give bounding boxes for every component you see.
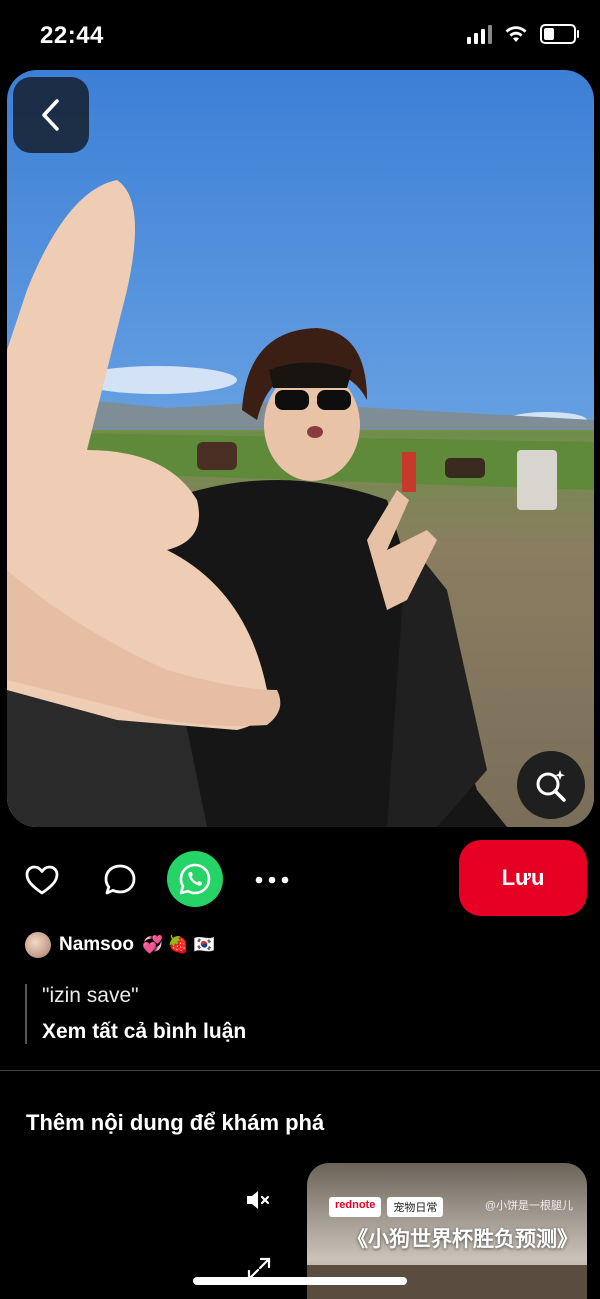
comment-icon [104,864,136,895]
pin-photo [7,70,594,827]
more-options-button[interactable] [252,860,292,900]
wifi-icon [505,26,527,42]
action-row: Lưu [0,840,600,916]
video-card-title: 《小狗世界杯胜负预测》 [347,1228,578,1251]
status-icons [467,24,579,44]
comment-button[interactable] [100,860,140,900]
more-icon [255,876,289,884]
comment-text: "izin save" [42,984,139,1007]
status-time: 22:44 [40,22,104,49]
back-button[interactable] [13,77,89,153]
brand-badge: rednote [329,1197,382,1217]
signal-icon [467,24,492,44]
comment-preview[interactable]: "izin save" Xem tất cả bình luận [25,984,562,1044]
see-all-comments-link[interactable]: Xem tất cả bình luận [42,1020,562,1044]
whatsapp-share-button[interactable] [167,851,223,907]
author-emojis: 💞 🍓 🇰🇷 [141,935,215,954]
video-card-tags: rednote 宠物日常 [329,1197,444,1217]
like-button[interactable] [22,860,62,900]
pin-image[interactable] [7,70,594,827]
lens-search-icon [536,770,566,802]
video-card-user: @小饼是一根腿儿 [484,1200,573,1212]
category-badge: 宠物日常 [387,1197,444,1217]
status-bar: 22:44 [0,0,600,70]
heart-icon [25,865,59,895]
author-name[interactable]: Namsoo [59,934,134,956]
whatsapp-icon [179,863,211,895]
battery-icon [540,24,579,44]
save-button[interactable]: Lưu [459,840,587,916]
avatar[interactable] [25,932,51,958]
visual-search-button[interactable] [517,751,585,819]
mute-icon[interactable] [244,1186,272,1214]
explore-section-title: Thêm nội dung để khám phá [26,1110,325,1135]
divider [0,1070,600,1071]
chevron-left-icon [42,99,59,131]
home-indicator[interactable] [193,1277,407,1285]
author-row[interactable]: Namsoo 💞 🍓 🇰🇷 [25,932,215,958]
